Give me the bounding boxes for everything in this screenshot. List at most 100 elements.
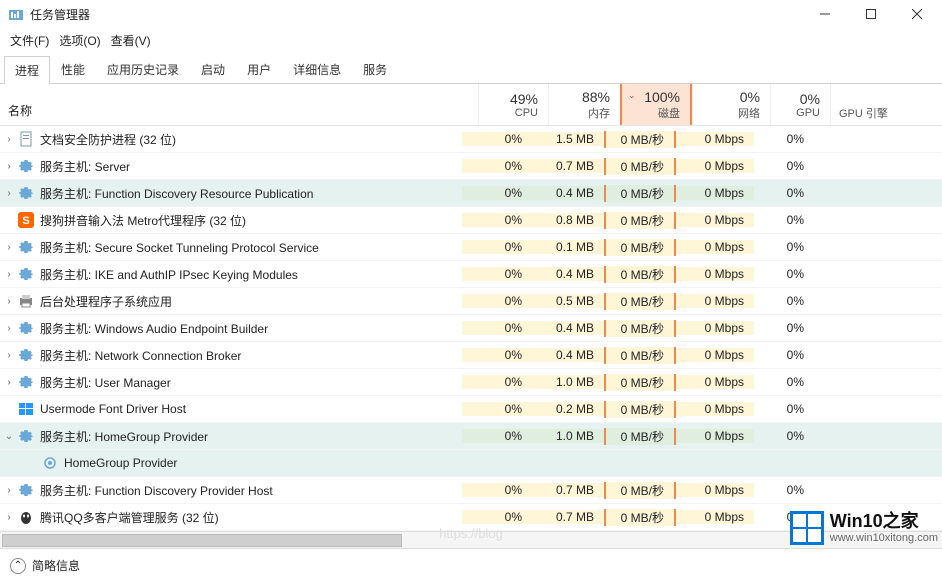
cell-disk: 0 MB/秒 xyxy=(604,212,676,229)
tab-users[interactable]: 用户 xyxy=(236,55,282,83)
disclosure-arrow-icon[interactable]: › xyxy=(0,242,18,253)
header-cpu[interactable]: 49% CPU xyxy=(478,84,548,125)
cell-cpu: 0% xyxy=(462,213,532,227)
menu-file[interactable]: 文件(F) xyxy=(6,30,53,51)
cell-network: 0 Mbps xyxy=(676,159,754,173)
table-row[interactable]: Usermode Font Driver Host0%0.2 MB0 MB/秒0… xyxy=(0,396,942,423)
disclosure-arrow-icon[interactable]: › xyxy=(0,512,18,523)
cell-memory: 0.4 MB xyxy=(532,321,604,335)
table-row[interactable]: ›服务主机: Windows Audio Endpoint Builder0%0… xyxy=(0,315,942,342)
process-icon xyxy=(42,455,58,471)
table-row[interactable]: ›后台处理程序子系统应用0%0.5 MB0 MB/秒0 Mbps0% xyxy=(0,288,942,315)
table-row[interactable]: S搜狗拼音输入法 Metro代理程序 (32 位)0%0.8 MB0 MB/秒0… xyxy=(0,207,942,234)
tab-details[interactable]: 详细信息 xyxy=(282,55,352,83)
cell-network: 0 Mbps xyxy=(676,402,754,416)
process-icon xyxy=(18,428,34,444)
menu-options[interactable]: 选项(O) xyxy=(55,30,104,51)
cell-disk: 0 MB/秒 xyxy=(604,401,676,418)
process-name: HomeGroup Provider xyxy=(64,456,177,470)
cell-memory: 0.7 MB xyxy=(532,159,604,173)
cell-disk: 0 MB/秒 xyxy=(604,374,676,391)
cell-network: 0 Mbps xyxy=(676,483,754,497)
process-icon xyxy=(18,320,34,336)
cell-memory: 0.4 MB xyxy=(532,267,604,281)
cell-disk: 0 MB/秒 xyxy=(604,239,676,256)
maximize-button[interactable] xyxy=(848,0,894,28)
cell-memory: 0.4 MB xyxy=(532,186,604,200)
minimize-button[interactable] xyxy=(802,0,848,28)
process-icon xyxy=(18,185,34,201)
collapse-icon[interactable]: ⌃ xyxy=(10,558,26,574)
table-row[interactable]: ›服务主机: Secure Socket Tunneling Protocol … xyxy=(0,234,942,261)
cell-cpu: 0% xyxy=(462,186,532,200)
process-name: 服务主机: Windows Audio Endpoint Builder xyxy=(40,320,268,337)
disclosure-arrow-icon[interactable]: › xyxy=(0,188,18,199)
disclosure-arrow-icon[interactable]: › xyxy=(0,485,18,496)
disclosure-arrow-icon[interactable]: › xyxy=(0,269,18,280)
cell-disk: 0 MB/秒 xyxy=(604,185,676,202)
cell-disk: 0 MB/秒 xyxy=(604,293,676,310)
header-gpu[interactable]: 0% GPU xyxy=(770,84,830,125)
cell-memory: 0.5 MB xyxy=(532,294,604,308)
tab-processes[interactable]: 进程 xyxy=(4,56,50,84)
cell-cpu: 0% xyxy=(462,159,532,173)
process-name: 服务主机: User Manager xyxy=(40,374,171,391)
cell-cpu: 0% xyxy=(462,510,532,524)
table-row[interactable]: HomeGroup Provider xyxy=(0,450,942,477)
window-title: 任务管理器 xyxy=(30,6,90,23)
cell-memory: 1.0 MB xyxy=(532,375,604,389)
cell-disk: 0 MB/秒 xyxy=(604,482,676,499)
disclosure-arrow-icon[interactable]: › xyxy=(0,161,18,172)
process-name: 后台处理程序子系统应用 xyxy=(40,293,172,310)
process-icon xyxy=(18,482,34,498)
header-name[interactable]: 名称 xyxy=(0,84,478,125)
cell-memory: 0.4 MB xyxy=(532,348,604,362)
cell-gpu: 0% xyxy=(754,429,814,443)
close-button[interactable] xyxy=(894,0,940,28)
table-row[interactable]: ›服务主机: IKE and AuthIP IPsec Keying Modul… xyxy=(0,261,942,288)
cell-memory: 0.7 MB xyxy=(532,510,604,524)
table-row[interactable]: ›文档安全防护进程 (32 位)0%1.5 MB0 MB/秒0 Mbps0% xyxy=(0,126,942,153)
header-disk[interactable]: ⌄ 100% 磁盘 xyxy=(620,84,692,125)
disclosure-arrow-icon[interactable]: › xyxy=(0,134,18,145)
cell-disk: 0 MB/秒 xyxy=(604,347,676,364)
table-row[interactable]: ›服务主机: Function Discovery Resource Publi… xyxy=(0,180,942,207)
table-row[interactable]: ›服务主机: User Manager0%1.0 MB0 MB/秒0 Mbps0… xyxy=(0,369,942,396)
table-row[interactable]: ⌄服务主机: HomeGroup Provider0%1.0 MB0 MB/秒0… xyxy=(0,423,942,450)
tab-app-history[interactable]: 应用历史记录 xyxy=(96,55,190,83)
disclosure-arrow-icon[interactable]: › xyxy=(0,296,18,307)
disclosure-arrow-icon[interactable]: › xyxy=(0,377,18,388)
header-gpu-engine[interactable]: GPU 引擎 xyxy=(830,84,920,125)
watermark-blog-url: https://blog xyxy=(439,526,503,541)
cell-network: 0 Mbps xyxy=(676,375,754,389)
cell-disk: 0 MB/秒 xyxy=(604,158,676,175)
header-memory[interactable]: 88% 内存 xyxy=(548,84,620,125)
tab-services[interactable]: 服务 xyxy=(352,55,398,83)
header-network[interactable]: 0% 网络 xyxy=(692,84,770,125)
tab-performance[interactable]: 性能 xyxy=(50,55,96,83)
tab-startup[interactable]: 启动 xyxy=(190,55,236,83)
process-name: 服务主机: HomeGroup Provider xyxy=(40,428,208,445)
scrollbar-thumb[interactable] xyxy=(2,534,402,547)
cell-gpu: 0% xyxy=(754,132,814,146)
cell-gpu: 0% xyxy=(754,186,814,200)
brief-info-link[interactable]: 简略信息 xyxy=(32,557,80,574)
table-row[interactable]: ›服务主机: Server0%0.7 MB0 MB/秒0 Mbps0% xyxy=(0,153,942,180)
cell-memory: 1.5 MB xyxy=(532,132,604,146)
menu-view[interactable]: 查看(V) xyxy=(107,30,155,51)
disclosure-arrow-icon[interactable]: › xyxy=(0,350,18,361)
cell-network: 0 Mbps xyxy=(676,348,754,362)
cell-memory: 0.1 MB xyxy=(532,240,604,254)
svg-text:S: S xyxy=(22,215,29,227)
disclosure-arrow-icon[interactable]: ⌄ xyxy=(0,431,18,442)
sort-arrow-icon: ⌄ xyxy=(628,90,636,101)
footer: ⌃ 简略信息 xyxy=(0,548,942,582)
cell-network: 0 Mbps xyxy=(676,429,754,443)
table-row[interactable]: ›服务主机: Network Connection Broker0%0.4 MB… xyxy=(0,342,942,369)
app-icon xyxy=(8,6,24,22)
cell-disk: 0 MB/秒 xyxy=(604,509,676,526)
table-row[interactable]: ›服务主机: Function Discovery Provider Host0… xyxy=(0,477,942,504)
disclosure-arrow-icon[interactable]: › xyxy=(0,323,18,334)
cell-gpu: 0% xyxy=(754,348,814,362)
column-headers: 名称 49% CPU 88% 内存 ⌄ 100% 磁盘 0% 网络 0% GPU… xyxy=(0,84,942,126)
